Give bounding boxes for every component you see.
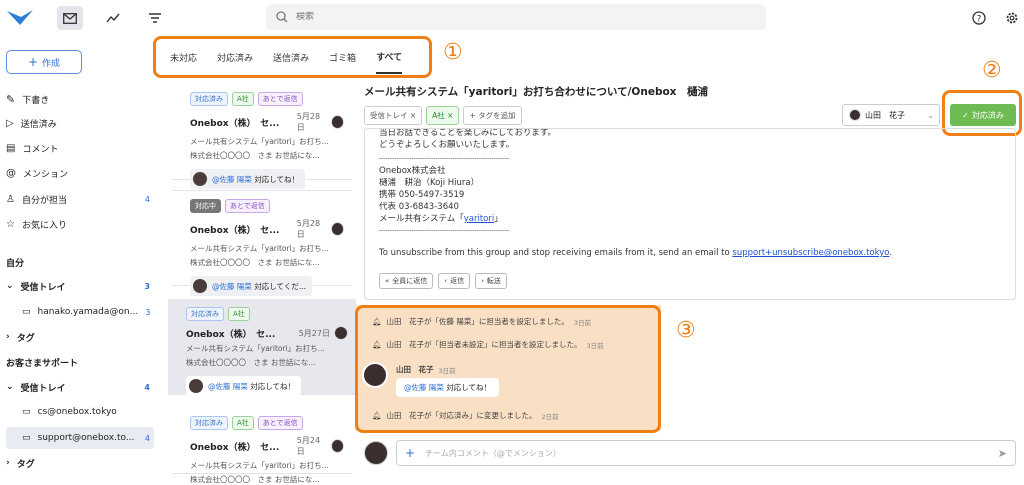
comment-icon: ▤ <box>6 142 16 154</box>
person-icon: ♙ <box>6 193 15 205</box>
mention-preview: @佐藤 陽菜 対応してね！ <box>190 169 306 189</box>
comment-input[interactable]: + チーム内コメント（@でメンション） ➤ <box>396 440 1016 466</box>
nav-favorites[interactable]: ☆ お気に入り <box>6 213 154 235</box>
nav-comments[interactable]: ▤ コメント <box>6 137 154 159</box>
account-cs[interactable]: ▭ cs@onebox.tokyo <box>22 401 154 423</box>
chevron-down-icon: ⌄ <box>927 110 934 120</box>
list-item-selected[interactable]: 対応済み A社 Onebox（株） セ... 5月27日 メール共有システム「yar… <box>168 299 356 396</box>
avatar <box>330 439 344 453</box>
account-support[interactable]: ▭ support@onebox.to... 4 <box>6 427 154 449</box>
account-hanako[interactable]: ▭ hanako.yamada@on... 3 <box>22 301 154 323</box>
annotation-label-2: ② <box>982 58 1002 83</box>
tags-mine[interactable]: › タグ <box>6 326 154 348</box>
search-input[interactable] <box>296 12 716 22</box>
at-icon: @ <box>6 167 16 179</box>
inbox-mine[interactable]: ⌄ 受信トレイ 3 <box>6 275 154 297</box>
avatar <box>189 379 203 393</box>
annotation-label-3: ③ <box>676 318 696 343</box>
settings-gear-icon[interactable] <box>999 6 1024 30</box>
search-bar[interactable] <box>266 4 766 30</box>
avatar <box>364 441 388 465</box>
analytics-icon[interactable] <box>100 6 126 30</box>
reply-button[interactable]: ‹ 返信 <box>438 273 471 289</box>
pencil-icon: ✎ <box>6 92 16 106</box>
nav-mentions[interactable]: @ メンション <box>6 162 154 184</box>
svg-text:?: ? <box>977 15 982 25</box>
mail-icon[interactable] <box>57 6 83 30</box>
app-logo-icon[interactable] <box>6 8 34 28</box>
inbox-tray-icon: ▭ <box>22 433 31 443</box>
plus-icon: + <box>469 111 479 120</box>
filter-list-icon[interactable] <box>142 6 168 30</box>
add-tag-button[interactable]: + タグを追加 <box>463 106 522 125</box>
inbox-tray-icon: ▭ <box>22 407 31 417</box>
reply-actions: «全員に返信 ‹ 返信 › 転送 <box>379 273 1001 289</box>
search-icon <box>276 11 288 23</box>
send-icon: ▷ <box>6 117 14 129</box>
section-mine: 自分 <box>6 259 25 269</box>
avatar <box>193 172 207 186</box>
forward-icon: › <box>481 277 484 285</box>
avatar <box>849 109 861 121</box>
tag-chip-a[interactable]: A社 × <box>426 106 460 125</box>
chevron-down-icon: ⌄ <box>6 281 14 291</box>
inbox-tray-icon: ▭ <box>22 307 31 317</box>
send-icon[interactable]: ➤ <box>998 447 1007 460</box>
section-support: お客さまサポート <box>6 359 79 369</box>
list-item[interactable]: 対応済み A社 あとで返信 Onebox（株） セ... 5月24日 メール共有システ… <box>172 408 352 484</box>
nav-sent[interactable]: ▷ 送信済み <box>6 112 154 134</box>
list-item[interactable]: 対応済み A社 あとで返信 Onebox（株） セ... 5月28日 メール共有システ… <box>172 84 352 189</box>
reply-icon: ‹ <box>444 277 448 285</box>
nav-assigned-to-me[interactable]: ♙ 自分が担当 4 <box>6 188 154 210</box>
star-icon: ☆ <box>6 218 15 230</box>
compose-button[interactable]: + 作成 <box>6 50 82 74</box>
nav-drafts[interactable]: ✎ 下書き <box>6 88 154 110</box>
list-item[interactable]: 対応中 あとで返信 Onebox（株） セ... 5月28日 メール共有システム「y… <box>172 190 352 296</box>
mention-preview: @佐藤 陽菜 対応してね！ <box>186 376 302 396</box>
plus-icon: + <box>27 55 39 69</box>
comment-composer: + チーム内コメント（@でメンション） ➤ <box>364 437 1016 469</box>
mention-preview: @佐藤 陽菜 対応してくだ... <box>190 276 312 296</box>
mail-body: 当日お話できることを楽しみにしております。 どうぞよろしくお願いいたします。 -… <box>364 128 1016 300</box>
avatar <box>330 115 344 129</box>
avatar <box>334 326 348 340</box>
mail-subject: メール共有システム「yaritori」お打ち合わせについて/Onebox 樋浦 <box>364 86 708 98</box>
reply-all-button[interactable]: «全員に返信 <box>379 273 434 289</box>
plus-icon[interactable]: + <box>405 446 415 460</box>
unsubscribe-email-link[interactable]: support+unsubscribe@onebox.tokyo <box>732 248 889 258</box>
yaritori-link[interactable]: yaritori <box>464 214 495 224</box>
highlight-box-3 <box>355 305 661 433</box>
assignee-select[interactable]: 山田 花子 ⌄ <box>842 104 940 126</box>
mail-tags: 受信トレイ × A社 × + タグを追加 <box>364 106 522 125</box>
forward-button[interactable]: › 転送 <box>475 273 507 289</box>
inbox-support[interactable]: ⌄ 受信トレイ 4 <box>6 376 154 398</box>
reply-all-icon: « <box>385 277 390 285</box>
chevron-down-icon: ⌄ <box>6 382 14 392</box>
avatar <box>330 222 344 236</box>
tag-chip-inbox[interactable]: 受信トレイ × <box>364 106 423 125</box>
chevron-right-icon: › <box>6 458 10 468</box>
tags-support[interactable]: › タグ <box>6 452 154 474</box>
annotation-label-1: ① <box>443 40 463 65</box>
chevron-right-icon: › <box>6 332 10 342</box>
highlight-box-1 <box>153 36 432 78</box>
avatar <box>193 279 207 293</box>
help-icon[interactable]: ? <box>966 6 992 30</box>
